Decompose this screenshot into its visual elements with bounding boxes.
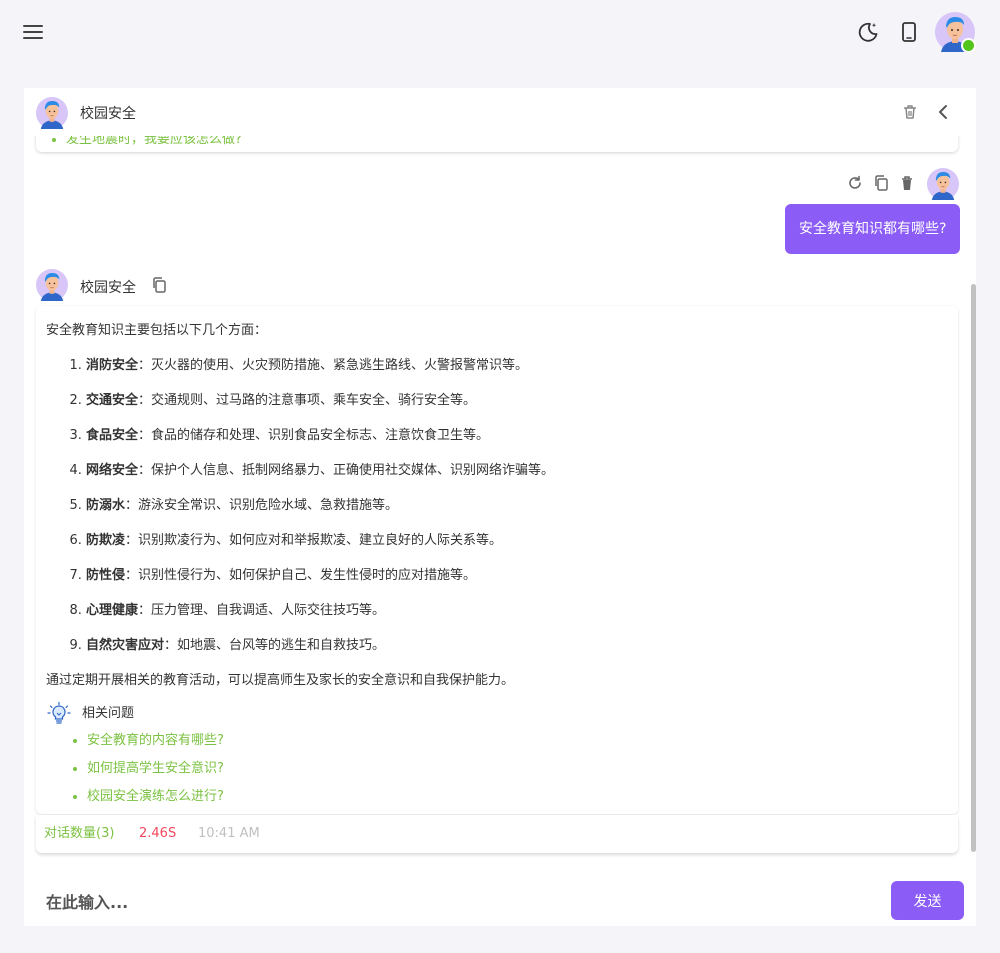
related-questions-list: 安全教育的内容有哪些? 如何提高学生安全意识? 校园安全演练怎么进行? [46, 731, 948, 807]
user-message-avatar [926, 167, 960, 201]
conversation-count: 对话数量(3) [44, 826, 115, 841]
user-message-actions [846, 174, 916, 196]
copy-icon[interactable] [150, 276, 168, 294]
answer-point-desc: ：识别欺凌行为、如何应对和举报欺凌、建立良好的人际关系等。 [125, 533, 503, 548]
answer-point-term: 防溺水 [86, 498, 126, 513]
refresh-icon[interactable] [846, 174, 864, 196]
bot-message-avatar [35, 268, 69, 302]
related-questions-header: 相关问题 [46, 701, 948, 727]
answer-point: 防性侵：识别性侵行为、如何保护自己、发生性侵时的应对措施等。 [86, 566, 948, 586]
answer-point-term: 消防安全 [86, 358, 139, 373]
bot-avatar [35, 96, 69, 130]
answer-point-term: 防性侵 [86, 568, 126, 583]
chat-panel: 校园安全 发生地震时，我要应该怎么做? [24, 88, 976, 926]
trash-icon[interactable] [900, 102, 920, 122]
answer-point: 网络安全：保护个人信息、抵制网络暴力、正确使用社交媒体、识别网络诈骗等。 [86, 461, 948, 481]
answer-point: 防欺凌：识别欺凌行为、如何应对和举报欺凌、建立良好的人际关系等。 [86, 531, 948, 551]
bot-name: 校园安全 [80, 280, 136, 296]
answer-point: 交通安全：交通规则、过马路的注意事项、乘车安全、骑行安全等。 [86, 391, 948, 411]
online-status-dot [961, 38, 976, 53]
answer-intro: 安全教育知识主要包括以下几个方面： [46, 323, 268, 338]
answer-point: 心理健康：压力管理、自我调适、人际交往技巧等。 [86, 601, 948, 621]
answer-point: 防溺水：游泳安全常识、识别危险水域、急救措施等。 [86, 496, 948, 516]
message-timestamp: 10:41 AM [198, 826, 260, 841]
answer-point-term: 心理健康 [86, 603, 139, 618]
answer-point-desc: ：压力管理、自我调适、人际交往技巧等。 [138, 603, 386, 618]
answer-point-term: 交通安全 [86, 393, 139, 408]
answer-point-term: 网络安全 [86, 463, 139, 478]
delete-icon[interactable] [898, 174, 916, 196]
answer-point-desc: ：保护个人信息、抵制网络暴力、正确使用社交媒体、识别网络诈骗等。 [138, 463, 555, 478]
bot-answer-card: 安全教育知识主要包括以下几个方面： 消防安全：灭火器的使用、火灾预防措施、紧急逃… [36, 306, 958, 814]
copy-icon[interactable] [872, 174, 890, 196]
user-avatar[interactable] [934, 11, 976, 53]
chat-header: 校园安全 [24, 88, 976, 136]
user-message-bubble: 安全教育知识都有哪些? [785, 204, 961, 254]
related-question-link[interactable]: 安全教育的内容有哪些? [87, 731, 948, 751]
answer-point: 自然灾害应对：如地震、台风等的逃生和自救技巧。 [86, 636, 948, 656]
moon-icon[interactable] [855, 19, 881, 45]
top-bar [0, 0, 1000, 64]
related-question-link[interactable]: 校园安全演练怎么进行? [87, 787, 948, 807]
answer-point-term: 自然灾害应对 [86, 638, 165, 653]
answer-point-desc: ：食品的储存和处理、识别食品安全标志、注意饮食卫生等。 [138, 428, 490, 443]
message-input[interactable] [44, 887, 868, 917]
answer-point-desc: ：识别性侵行为、如何保护自己、发生性侵时的应对措施等。 [125, 568, 477, 583]
answer-point-desc: ：交通规则、过马路的注意事项、乘车安全、骑行安全等。 [138, 393, 477, 408]
send-button[interactable]: 发送 [891, 881, 964, 920]
related-question-link[interactable]: 如何提高学生安全意识? [87, 759, 948, 779]
related-questions-label: 相关问题 [82, 706, 135, 721]
menu-icon[interactable] [20, 19, 46, 45]
answer-point-desc: ：游泳安全常识、识别危险水域、急救措施等。 [125, 498, 399, 513]
chat-title: 校园安全 [80, 106, 136, 122]
answer-point: 消防安全：灭火器的使用、火灾预防措施、紧急逃生路线、火警报警常识等。 [86, 356, 948, 376]
answer-outro: 通过定期开展相关的教育活动，可以提高师生及家长的安全意识和自我保护能力。 [46, 673, 515, 688]
message-stats-bar: 对话数量(3) 2.46S 10:41 AM [36, 815, 958, 853]
response-duration: 2.46S [139, 826, 177, 841]
answer-point-desc: ：灭火器的使用、火灾预防措施、紧急逃生路线、火警报警常识等。 [138, 358, 529, 373]
lightbulb-icon [46, 701, 72, 727]
phone-icon[interactable] [896, 19, 922, 45]
answer-point-term: 防欺凌 [86, 533, 126, 548]
scrollbar[interactable] [971, 284, 976, 852]
answer-point: 食品安全：食品的储存和处理、识别食品安全标志、注意饮食卫生等。 [86, 426, 948, 446]
answer-point-desc: ：如地震、台风等的逃生和自救技巧。 [164, 638, 386, 653]
answer-points-list: 消防安全：灭火器的使用、火灾预防措施、紧急逃生路线、火警报警常识等。 交通安全：… [46, 356, 948, 656]
chevron-left-icon[interactable] [934, 102, 954, 122]
answer-point-term: 食品安全 [86, 428, 139, 443]
